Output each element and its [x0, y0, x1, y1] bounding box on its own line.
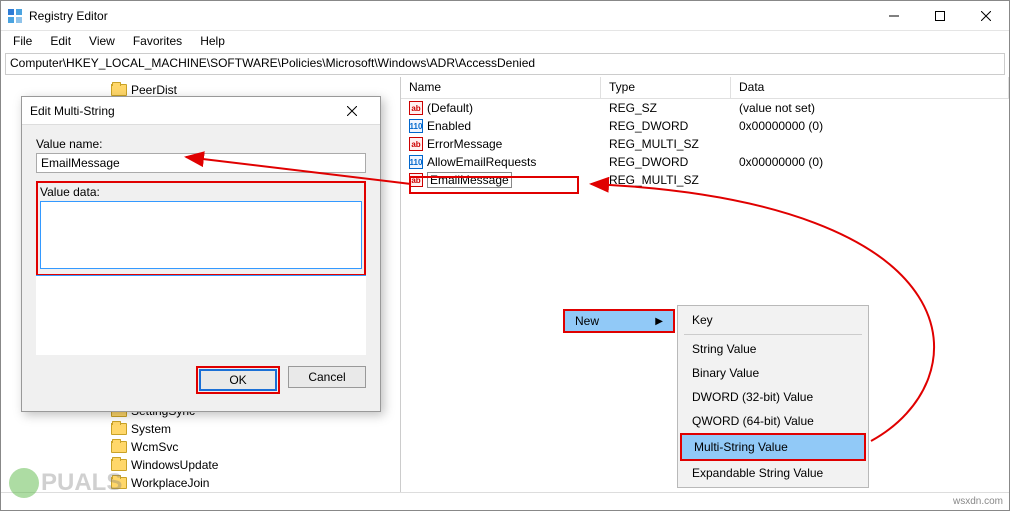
tree-label: WorkplaceJoin: [131, 476, 209, 490]
value-row[interactable]: 110 Enabled REG_DWORD 0x00000000 (0): [401, 117, 1009, 135]
value-type: REG_DWORD: [609, 119, 688, 133]
tree-node[interactable]: System: [1, 420, 400, 438]
watermark-logo-icon: [9, 468, 39, 498]
dialog-title: Edit Multi-String: [30, 104, 332, 118]
value-name-label: Value name:: [36, 137, 366, 151]
reg-sz-icon: ab: [409, 173, 423, 187]
col-data[interactable]: Data: [731, 77, 1009, 98]
tree-label: WcmSvc: [131, 440, 178, 454]
col-name[interactable]: Name: [401, 77, 601, 98]
value-data: 0x00000000 (0): [739, 119, 823, 133]
ctx-qword[interactable]: QWORD (64-bit) Value: [680, 409, 866, 433]
ctx-separator: [684, 334, 862, 335]
watermark-text: PUALS: [41, 469, 122, 497]
tree-label: System: [131, 422, 171, 436]
value-type: REG_MULTI_SZ: [609, 173, 699, 187]
value-name: Enabled: [427, 119, 471, 133]
credit: wsxdn.com: [953, 496, 1003, 507]
value-row[interactable]: ab (Default) REG_SZ (value not set): [401, 99, 1009, 117]
minimize-button[interactable]: [871, 1, 917, 31]
dialog-close-button[interactable]: [332, 97, 372, 125]
context-submenu: Key String Value Binary Value DWORD (32-…: [677, 305, 869, 488]
ctx-binary[interactable]: Binary Value: [680, 361, 866, 385]
value-name: AllowEmailRequests: [427, 155, 536, 169]
col-type[interactable]: Type: [601, 77, 731, 98]
reg-sz-icon: ab: [409, 101, 423, 115]
context-new[interactable]: New ▶: [563, 309, 675, 333]
ctx-dword[interactable]: DWORD (32-bit) Value: [680, 385, 866, 409]
statusbar: wsxdn.com: [1, 492, 1009, 510]
app-icon: [7, 8, 23, 24]
value-data-input[interactable]: [40, 201, 362, 269]
folder-icon: [111, 84, 127, 96]
value-row[interactable]: ab ErrorMessage REG_MULTI_SZ: [401, 135, 1009, 153]
value-data: 0x00000000 (0): [739, 155, 823, 169]
menu-favorites[interactable]: Favorites: [125, 32, 190, 50]
reg-sz-icon: ab: [409, 137, 423, 151]
ok-button[interactable]: OK: [199, 369, 277, 391]
value-type: REG_SZ: [609, 101, 657, 115]
value-type: REG_DWORD: [609, 155, 688, 169]
ctx-key[interactable]: Key: [680, 308, 866, 332]
tree-node[interactable]: WcmSvc: [1, 438, 400, 456]
edit-multistring-dialog: Edit Multi-String Value name: Value data…: [21, 96, 381, 412]
menu-view[interactable]: View: [81, 32, 123, 50]
cancel-button[interactable]: Cancel: [288, 366, 366, 388]
value-row[interactable]: 110 AllowEmailRequests REG_DWORD 0x00000000…: [401, 153, 1009, 171]
ctx-string[interactable]: String Value: [680, 337, 866, 361]
value-row[interactable]: ab EmailMessage REG_MULTI_SZ: [401, 171, 1009, 189]
tree-label: PeerDist: [131, 83, 177, 97]
value-name-editing[interactable]: EmailMessage: [427, 172, 512, 188]
value-data-label: Value data:: [40, 185, 362, 199]
reg-dw-icon: 110: [409, 155, 423, 169]
menubar: File Edit View Favorites Help: [1, 31, 1009, 51]
menu-edit[interactable]: Edit: [42, 32, 79, 50]
dialog-titlebar[interactable]: Edit Multi-String: [22, 97, 380, 125]
menu-file[interactable]: File: [5, 32, 40, 50]
close-button[interactable]: [963, 1, 1009, 31]
window-title: Registry Editor: [29, 9, 871, 23]
window-titlebar: Registry Editor: [1, 1, 1009, 31]
value-name: ErrorMessage: [427, 137, 502, 151]
submenu-arrow-icon: ▶: [655, 316, 663, 327]
value-data-input-continued[interactable]: [36, 275, 366, 355]
value-name: (Default): [427, 101, 473, 115]
tree-label: WindowsUpdate: [131, 458, 218, 472]
watermark: PUALS: [9, 468, 122, 498]
value-name-input[interactable]: [36, 153, 366, 173]
reg-dw-icon: 110: [409, 119, 423, 133]
folder-icon: [111, 441, 127, 453]
ctx-expandable[interactable]: Expandable String Value: [680, 461, 866, 485]
folder-icon: [111, 423, 127, 435]
menu-help[interactable]: Help: [192, 32, 233, 50]
list-header: Name Type Data: [401, 77, 1009, 99]
context-new-label: New: [575, 314, 599, 328]
maximize-button[interactable]: [917, 1, 963, 31]
ctx-multistring[interactable]: Multi-String Value: [680, 433, 866, 461]
value-data: (value not set): [739, 101, 815, 115]
value-type: REG_MULTI_SZ: [609, 137, 699, 151]
address-bar[interactable]: Computer\HKEY_LOCAL_MACHINE\SOFTWARE\Pol…: [5, 53, 1005, 75]
